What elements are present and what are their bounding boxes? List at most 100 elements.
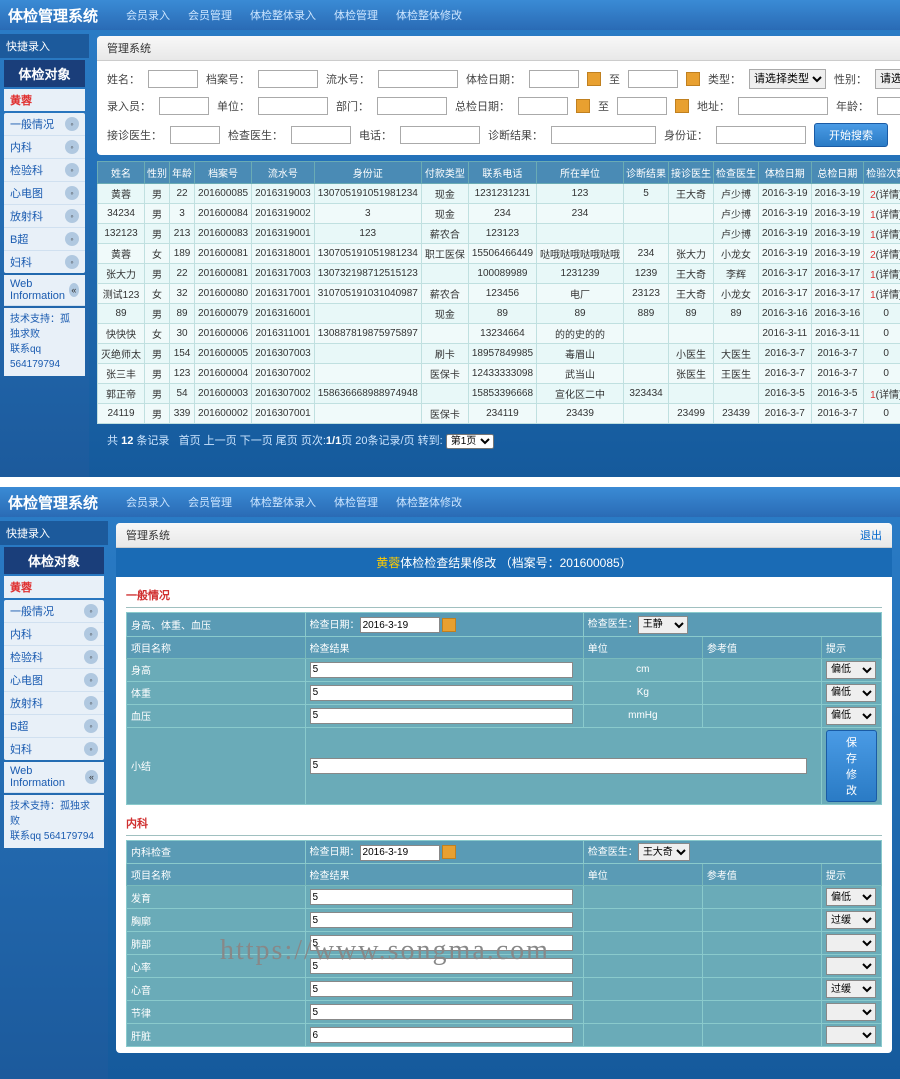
zjdate-from-input[interactable] xyxy=(518,97,568,115)
quick-entry-header[interactable]: 快捷录入 xyxy=(0,34,89,58)
recvdoc-input[interactable] xyxy=(170,126,220,144)
sidebar-web-info[interactable]: Web Information « xyxy=(4,762,104,793)
nav-会员录入[interactable]: 会员录入 xyxy=(118,490,178,514)
result-input[interactable] xyxy=(310,981,574,997)
sidebar-item[interactable]: 心电图◦ xyxy=(4,182,85,205)
entry-input[interactable] xyxy=(159,97,209,115)
hint-select[interactable]: 偏低 xyxy=(826,707,876,725)
quick-entry-header[interactable]: 快捷录入 xyxy=(0,521,108,545)
sex-select[interactable]: 请选择 xyxy=(875,69,900,89)
expand-icon: ◦ xyxy=(84,742,98,756)
hint-select[interactable] xyxy=(826,957,876,975)
hint-select[interactable]: 过缓 xyxy=(826,911,876,929)
idno-input[interactable] xyxy=(716,126,806,144)
hint-select[interactable]: 过缓 xyxy=(826,980,876,998)
calendar-icon[interactable] xyxy=(576,99,590,113)
expand-icon: ◦ xyxy=(65,186,79,200)
result-input[interactable] xyxy=(310,708,574,724)
sidebar-item[interactable]: 一般情况◦ xyxy=(4,600,104,623)
sidebar-item[interactable]: 放射科◦ xyxy=(4,205,85,228)
place-input[interactable] xyxy=(738,97,828,115)
date-input[interactable] xyxy=(360,845,440,861)
diag-input[interactable] xyxy=(551,126,656,144)
result-input[interactable] xyxy=(310,912,574,928)
age-from-input[interactable] xyxy=(877,97,900,115)
pager-last[interactable]: 尾页 xyxy=(276,435,298,447)
sidebar-group: 一般情况◦内科◦检验科◦心电图◦放射科◦B超◦妇科◦ xyxy=(4,113,85,273)
tjdate-from-input[interactable] xyxy=(529,70,579,88)
memo-input[interactable] xyxy=(310,758,807,774)
calendar-icon[interactable] xyxy=(442,845,456,859)
nav-体检管理[interactable]: 体检管理 xyxy=(326,490,386,514)
sidebar-item[interactable]: 一般情况◦ xyxy=(4,113,85,136)
hint-select[interactable] xyxy=(826,1003,876,1021)
sidebar-item[interactable]: 妇科◦ xyxy=(4,251,85,273)
nav-体检整体录入[interactable]: 体检整体录入 xyxy=(242,3,324,27)
sidebar-item[interactable]: B超◦ xyxy=(4,228,85,251)
result-input[interactable] xyxy=(310,685,574,701)
nav-会员管理[interactable]: 会员管理 xyxy=(180,3,240,27)
save-button[interactable]: 保存修改 xyxy=(826,730,877,802)
sidebar-item[interactable]: 妇科◦ xyxy=(4,738,104,760)
type-select[interactable]: 请选择类型 xyxy=(749,69,826,89)
panel-title: 管理系统 xyxy=(107,40,151,56)
hint-select[interactable] xyxy=(826,934,876,952)
col-header: 总检日期 xyxy=(811,162,864,184)
sidebar-item[interactable]: 检验科◦ xyxy=(4,646,104,669)
sidebar-contact: 技术支持：孤独求败 联系qq 564179794 xyxy=(4,795,104,848)
unit-input[interactable] xyxy=(258,97,328,115)
dept-input[interactable] xyxy=(377,97,447,115)
sidebar-selected-patient[interactable]: 黄蓉 xyxy=(4,89,85,111)
calendar-icon[interactable] xyxy=(686,72,700,86)
serial-input[interactable] xyxy=(378,70,458,88)
exit-link[interactable]: 退出 xyxy=(860,527,882,543)
chevron-icon: « xyxy=(85,770,98,784)
nav-体检管理[interactable]: 体检管理 xyxy=(326,3,386,27)
search-button[interactable]: 开始搜索 xyxy=(814,123,888,147)
doctor-select[interactable]: 王静 xyxy=(638,616,688,634)
sidebar-web-info[interactable]: Web Information « xyxy=(4,275,85,306)
sidebar-item[interactable]: 内科◦ xyxy=(4,623,104,646)
fileno-input[interactable] xyxy=(258,70,318,88)
result-input[interactable] xyxy=(310,889,574,905)
nav-体检整体修改[interactable]: 体检整体修改 xyxy=(388,490,470,514)
hint-select[interactable]: 偏低 xyxy=(826,684,876,702)
result-input[interactable] xyxy=(310,958,574,974)
table-row: 89男892016000792016316001现金89898898989201… xyxy=(98,304,900,324)
table-row: 张三丰男1232016000042016307002医保卡12433333098… xyxy=(98,364,900,384)
result-input[interactable] xyxy=(310,935,574,951)
pager-first[interactable]: 首页 xyxy=(179,435,201,447)
result-input[interactable] xyxy=(310,1027,574,1043)
doctor-select[interactable]: 王大奇 xyxy=(638,843,690,861)
checkdoc-input[interactable] xyxy=(291,126,351,144)
tjdate-to-input[interactable] xyxy=(628,70,678,88)
pager-prev[interactable]: 上一页 xyxy=(204,435,237,447)
pager-next[interactable]: 下一页 xyxy=(240,435,273,447)
nav-会员管理[interactable]: 会员管理 xyxy=(180,490,240,514)
nav-会员录入[interactable]: 会员录入 xyxy=(118,3,178,27)
sidebar-group: 一般情况◦内科◦检验科◦心电图◦放射科◦B超◦妇科◦ xyxy=(4,600,104,760)
result-input[interactable] xyxy=(310,662,574,678)
table-row: 黄蓉女1892016000812016318001130705191051981… xyxy=(98,244,900,264)
name-input[interactable] xyxy=(148,70,198,88)
nav-体检整体录入[interactable]: 体检整体录入 xyxy=(242,490,324,514)
zjdate-to-input[interactable] xyxy=(617,97,667,115)
calendar-icon[interactable] xyxy=(587,72,601,86)
page-select[interactable]: 第1页 xyxy=(446,434,494,449)
sidebar-item[interactable]: 放射科◦ xyxy=(4,692,104,715)
sidebar-item[interactable]: 检验科◦ xyxy=(4,159,85,182)
calendar-icon[interactable] xyxy=(675,99,689,113)
nav-体检整体修改[interactable]: 体检整体修改 xyxy=(388,3,470,27)
result-input[interactable] xyxy=(310,1004,574,1020)
sidebar-item[interactable]: B超◦ xyxy=(4,715,104,738)
hint-select[interactable]: 偏低 xyxy=(826,661,876,679)
sidebar-selected-patient[interactable]: 黄蓉 xyxy=(4,576,104,598)
hint-select[interactable] xyxy=(826,1026,876,1044)
date-input[interactable] xyxy=(360,617,440,633)
sidebar-item[interactable]: 内科◦ xyxy=(4,136,85,159)
hint-select[interactable]: 偏低 xyxy=(826,888,876,906)
phone-input[interactable] xyxy=(400,126,480,144)
col-header: 接诊医生 xyxy=(669,162,714,184)
calendar-icon[interactable] xyxy=(442,618,456,632)
sidebar-item[interactable]: 心电图◦ xyxy=(4,669,104,692)
